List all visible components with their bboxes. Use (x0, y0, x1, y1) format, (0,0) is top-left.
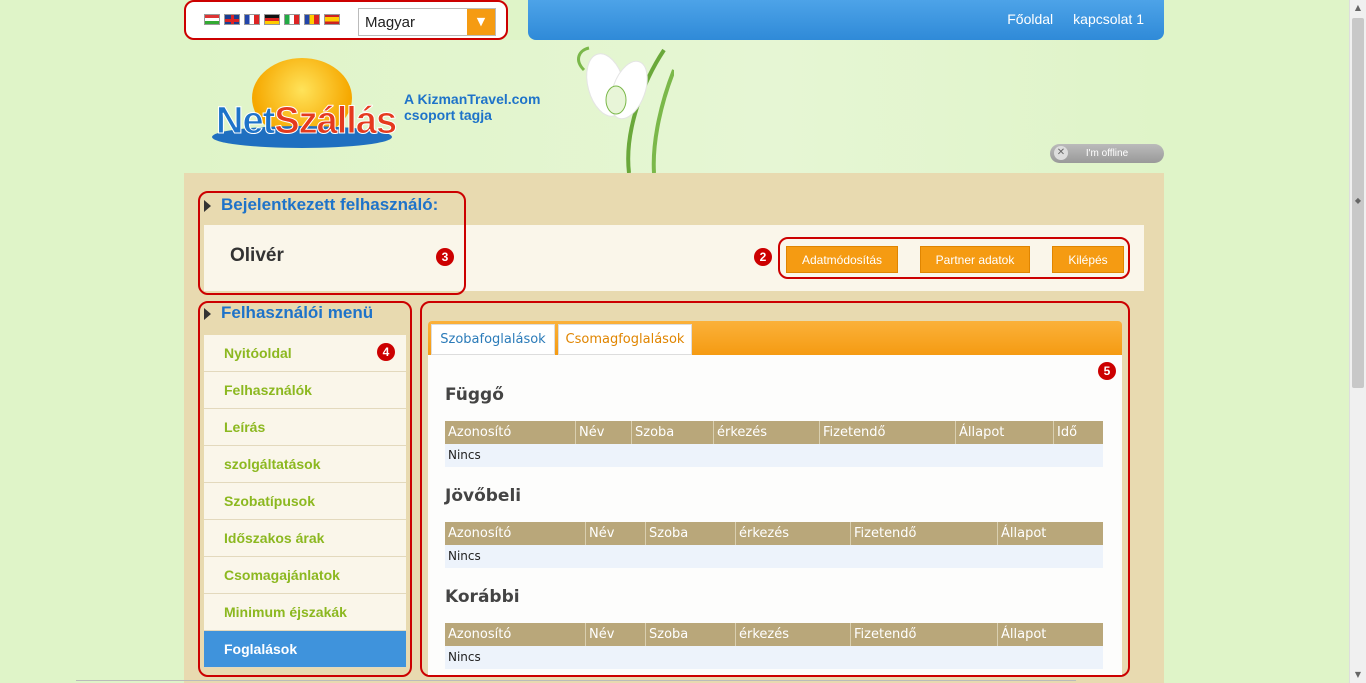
column-header[interactable]: érkezés (714, 421, 820, 444)
nav-link-contact[interactable]: kapcsolat 1 (1073, 11, 1144, 27)
tab-package-bookings[interactable]: Csomagfoglalások (558, 324, 692, 355)
annotation-badge-3: 3 (436, 248, 454, 266)
column-header[interactable]: Szoba (632, 421, 714, 444)
flag-es-icon[interactable] (324, 14, 340, 25)
table-pending: Azonosító Név Szoba érkezés Fizetendő Ál… (445, 421, 1103, 467)
column-header[interactable]: Fizetendő (820, 421, 956, 444)
table-past: Azonosító Név Szoba érkezés Fizetendő Ál… (445, 623, 1103, 669)
section-title-upcoming: Jövőbeli (445, 486, 522, 506)
user-section-title-text: Bejelentkezett felhasználó: (221, 195, 439, 214)
triangle-right-icon (204, 307, 211, 320)
column-header[interactable]: Állapot (956, 421, 1054, 444)
column-header[interactable]: Név (586, 623, 646, 646)
snowdrop-flower-image (577, 46, 674, 173)
top-nav: Főoldal kapcsolat 1 (528, 0, 1164, 40)
section-title-pending: Függő (445, 385, 504, 405)
table-row: Nincs (445, 545, 1103, 568)
table-header: Azonosító Név Szoba érkezés Fizetendő Ál… (445, 522, 1103, 545)
menu-item-description[interactable]: Leírás (204, 409, 406, 446)
user-section-highlight: Bejelentkezett felhasználó: (198, 191, 466, 295)
column-header[interactable]: Fizetendő (851, 522, 998, 545)
menu-item-services[interactable]: szolgáltatások (204, 446, 406, 483)
column-header[interactable]: Állapot (998, 522, 1103, 545)
flag-list (204, 14, 340, 25)
logout-button[interactable]: Kilépés (1052, 246, 1124, 273)
menu-item-home[interactable]: Nyitóoldal (204, 335, 406, 372)
flag-ro-icon[interactable] (304, 14, 320, 25)
annotation-badge-4: 4 (377, 343, 395, 361)
column-header[interactable]: Név (586, 522, 646, 545)
nav-link-home[interactable]: Főoldal (1007, 11, 1053, 27)
triangle-right-icon (204, 199, 211, 212)
annotation-badge-5: 5 (1098, 362, 1116, 380)
scroll-grip-icon: ◆ (1354, 196, 1362, 205)
user-menu-title-text: Felhasználói menü (221, 303, 374, 322)
menu-item-package-offers[interactable]: Csomagajánlatok (204, 557, 406, 594)
edit-profile-button[interactable]: Adatmódosítás (786, 246, 898, 273)
annotation-badge-2: 2 (754, 248, 772, 266)
menu-item-minimum-nights[interactable]: Minimum éjszakák (204, 594, 406, 631)
tab-bar: Szobafoglalások Csomagfoglalások (428, 321, 1122, 355)
column-header[interactable]: Fizetendő (851, 623, 998, 646)
table-header: Azonosító Név Szoba érkezés Fizetendő Ál… (445, 623, 1103, 646)
logo-text-szallas: Szállás (274, 100, 398, 143)
tagline-line-2: csoport tagja (404, 107, 492, 123)
tagline: A KizmanTravel.com csoport tagja (404, 91, 540, 123)
close-icon[interactable]: ✕ (1054, 146, 1068, 160)
table-row: Nincs (445, 444, 1103, 467)
flag-hu-icon[interactable] (204, 14, 220, 25)
site-logo[interactable]: NetSzállás (212, 58, 398, 158)
flag-it-icon[interactable] (284, 14, 300, 25)
column-header[interactable]: Szoba (646, 522, 736, 545)
scroll-down-arrow-icon[interactable]: ▼ (1350, 667, 1366, 683)
logo-text-net: Net (215, 100, 275, 143)
page-bottom-divider (76, 680, 1076, 681)
tab-room-bookings[interactable]: Szobafoglalások (431, 324, 555, 355)
flag-fr-icon[interactable] (244, 14, 260, 25)
menu-list: Nyitóoldal Felhasználók Leírás szolgálta… (204, 335, 406, 668)
partner-data-button[interactable]: Partner adatok (920, 246, 1030, 273)
column-header[interactable]: Azonosító (445, 421, 576, 444)
table-row: Nincs (445, 646, 1103, 669)
menu-item-room-types[interactable]: Szobatípusok (204, 483, 406, 520)
menu-item-seasonal-prices[interactable]: Időszakos árak (204, 520, 406, 557)
page-scrollbar[interactable]: ▲ ◆ ▼ (1349, 0, 1366, 683)
language-select[interactable]: Magyar ▼ (358, 8, 496, 36)
flag-gb-icon[interactable] (224, 14, 240, 25)
tagline-line-1: A KizmanTravel.com (404, 91, 541, 107)
column-header[interactable]: Szoba (646, 623, 736, 646)
language-select-value: Magyar (365, 14, 416, 31)
scroll-up-arrow-icon[interactable]: ▲ (1350, 0, 1366, 16)
user-section-title: Bejelentkezett felhasználó: (204, 195, 438, 215)
bookings-panel: Szobafoglalások Csomagfoglalások Függő A… (420, 301, 1130, 677)
menu-item-users[interactable]: Felhasználók (204, 372, 406, 409)
action-buttons: Adatmódosítás Partner adatok Kilépés (778, 237, 1130, 279)
chat-status-button[interactable]: ✕ I'm offline (1050, 144, 1164, 163)
chat-status-label: I'm offline (1085, 148, 1129, 159)
column-header[interactable]: érkezés (736, 522, 851, 545)
page-wrapper: Magyar ▼ 1 Főoldal kapcsolat 1 NetSzállá… (184, 0, 1164, 683)
menu-item-bookings[interactable]: Foglalások (204, 631, 406, 668)
main-area: Olivér Bejelentkezett felhasználó: 3 Ada… (184, 173, 1164, 683)
column-header[interactable]: érkezés (736, 623, 851, 646)
section-title-past: Korábbi (445, 587, 520, 607)
header-banner: NetSzállás A KizmanTravel.com csoport ta… (184, 40, 1164, 173)
column-header[interactable]: Állapot (998, 623, 1103, 646)
column-header[interactable]: Azonosító (445, 522, 586, 545)
user-menu-title: Felhasználói menü (204, 303, 373, 323)
column-header[interactable]: Idő (1054, 421, 1103, 444)
table-header: Azonosító Név Szoba érkezés Fizetendő Ál… (445, 421, 1103, 444)
column-header[interactable]: Azonosító (445, 623, 586, 646)
column-header[interactable]: Név (576, 421, 632, 444)
chevron-down-icon[interactable]: ▼ (467, 9, 495, 35)
tab-content: Függő Azonosító Név Szoba érkezés Fizete… (428, 355, 1122, 675)
table-upcoming: Azonosító Név Szoba érkezés Fizetendő Ál… (445, 522, 1103, 568)
flag-de-icon[interactable] (264, 14, 280, 25)
language-bar: Magyar ▼ (184, 0, 508, 40)
